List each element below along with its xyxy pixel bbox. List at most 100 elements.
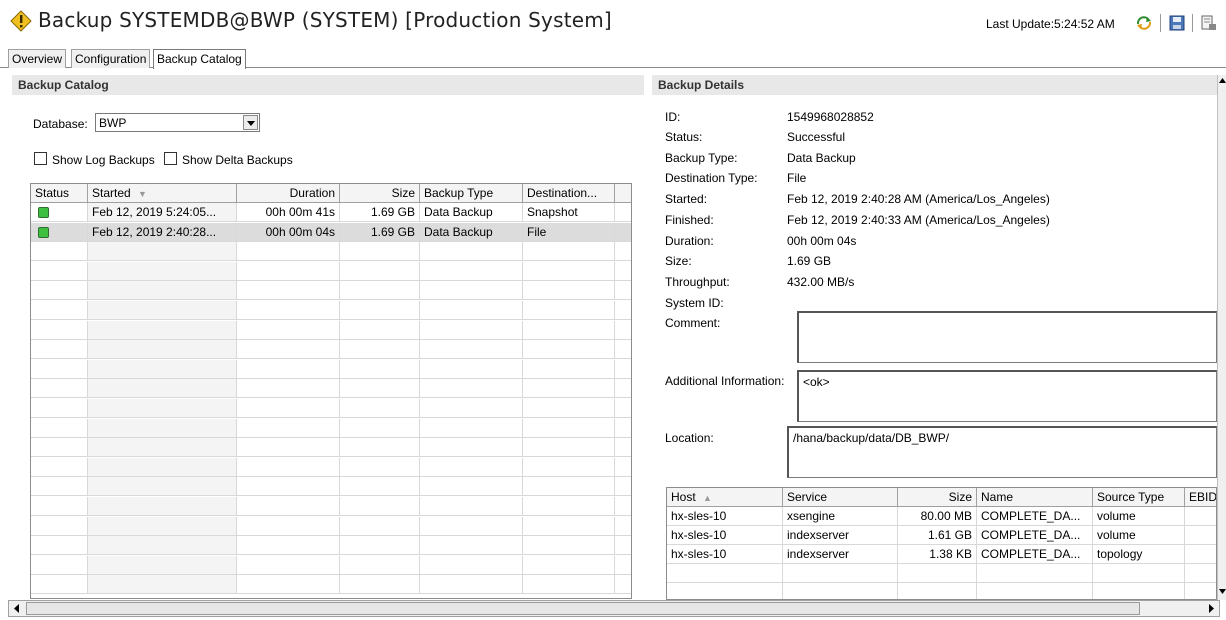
duration-cell: 00h 00m 04s [237, 222, 340, 242]
column-header-destination[interactable]: Destination... [523, 184, 615, 203]
backup-type-cell [420, 340, 523, 360]
show-delta-backups-checkbox[interactable] [164, 152, 177, 165]
column-header-duration[interactable]: Duration [237, 184, 340, 203]
started-value: Feb 12, 2019 2:40:28 AM (America/Los_Ang… [787, 192, 1050, 206]
scroll-right-icon[interactable] [1204, 601, 1219, 616]
additional-information-field[interactable]: <ok> [797, 370, 1217, 422]
status-cell [31, 203, 88, 222]
duration-value: 00h 00m 04s [787, 234, 857, 248]
started-cell [88, 320, 237, 340]
location-field[interactable]: /hana/backup/data/DB_BWP/ [787, 426, 1217, 478]
name-cell: COMPLETE_DA... [977, 507, 1093, 526]
duration-cell [237, 438, 340, 458]
column-header-service[interactable]: Service [783, 488, 898, 507]
database-select[interactable]: BWP [95, 113, 260, 132]
destination-type-value: File [787, 171, 807, 185]
source-type-cell [1093, 583, 1185, 599]
started-cell [88, 575, 237, 595]
scroll-up-icon[interactable] [1218, 75, 1226, 87]
started-cell [88, 261, 237, 281]
name-cell [977, 583, 1093, 599]
status-cell [31, 340, 88, 360]
scroll-down-icon[interactable] [1218, 585, 1226, 597]
save-icon[interactable] [1168, 14, 1186, 32]
column-header-started-label: Started [92, 186, 131, 200]
column-header-started[interactable]: Started ▼ [88, 184, 237, 203]
filler-cell [615, 477, 631, 497]
column-header-size[interactable]: Size [898, 488, 977, 507]
additional-information-label: Additional Information: [665, 374, 785, 388]
filler-cell [615, 203, 631, 222]
size-cell [340, 575, 420, 595]
scroll-left-icon[interactable] [9, 601, 24, 616]
vertical-scrollbar[interactable] [1217, 75, 1226, 600]
column-header-backup-type[interactable]: Backup Type [420, 184, 523, 203]
title-bar: Backup SYSTEMDB@BWP (SYSTEM) [Production… [0, 0, 1226, 46]
chevron-down-icon[interactable] [243, 115, 258, 130]
refresh-icon[interactable] [1135, 14, 1153, 32]
status-cell [31, 516, 88, 536]
size-cell [340, 340, 420, 360]
destination-cell [523, 497, 615, 516]
filler-cell [615, 497, 631, 516]
backup-type-cell [420, 457, 523, 477]
backup-type-cell [420, 359, 523, 379]
backup-catalog-table: Status Started ▼ Duration Size Backup Ty… [30, 183, 632, 599]
size-cell [340, 477, 420, 497]
destination-cell [523, 438, 615, 458]
filler-cell [615, 301, 631, 320]
size-cell: 1.61 GB [898, 526, 977, 545]
name-cell: COMPLETE_DA... [977, 526, 1093, 545]
size-cell [340, 242, 420, 262]
duration-cell [237, 399, 340, 418]
tab-overview[interactable]: Overview [8, 49, 67, 68]
backup-type-cell [420, 320, 523, 340]
column-header-name[interactable]: Name [977, 488, 1093, 507]
started-cell [88, 242, 237, 262]
column-header-ebid[interactable]: EBID [1185, 488, 1216, 507]
status-cell [31, 575, 88, 595]
backup-type-cell: Data Backup [420, 203, 523, 222]
column-header-size[interactable]: Size [340, 184, 420, 203]
started-cell [88, 418, 237, 438]
show-log-backups-checkbox[interactable] [34, 152, 47, 165]
status-cell [31, 222, 88, 242]
status-cell [31, 281, 88, 301]
tab-configuration[interactable]: Configuration [71, 49, 151, 68]
backup-type-label: Backup Type: [665, 151, 738, 165]
throughput-value: 432.00 MB/s [787, 275, 855, 289]
comment-field[interactable] [797, 311, 1217, 363]
column-header-status[interactable]: Status [31, 184, 88, 203]
duration-cell [237, 555, 340, 575]
filler-cell [615, 340, 631, 360]
size-cell: 80.00 MB [898, 507, 977, 526]
backup-type-cell [420, 242, 523, 262]
size-label: Size: [665, 254, 692, 268]
size-cell [340, 359, 420, 379]
horizontal-scrollbar[interactable] [8, 600, 1220, 617]
filler-cell [615, 242, 631, 262]
ebid-cell [1185, 583, 1216, 599]
source-type-cell: volume [1093, 526, 1185, 545]
filler-cell [615, 379, 631, 399]
column-header-host[interactable]: Host ▲ [667, 488, 783, 507]
tab-backup-catalog[interactable]: Backup Catalog [153, 49, 246, 69]
duration-cell [237, 281, 340, 301]
status-cell [31, 320, 88, 340]
size-cell: 1.69 GB [340, 222, 420, 242]
toolbar-separator [1192, 14, 1193, 32]
size-cell [898, 564, 977, 583]
horizontal-scroll-thumb[interactable] [26, 602, 1140, 615]
toolbar-separator [1160, 14, 1161, 32]
column-header-source-type[interactable]: Source Type [1093, 488, 1185, 507]
export-icon[interactable] [1200, 14, 1218, 32]
destination-cell [523, 281, 615, 301]
source-type-cell [1093, 564, 1185, 583]
success-status-icon [38, 226, 49, 238]
size-cell [340, 555, 420, 575]
destination-cell [523, 359, 615, 379]
duration-cell [237, 301, 340, 320]
location-label: Location: [665, 431, 714, 445]
ebid-cell [1185, 526, 1216, 545]
destination-cell: Snapshot [523, 203, 615, 222]
